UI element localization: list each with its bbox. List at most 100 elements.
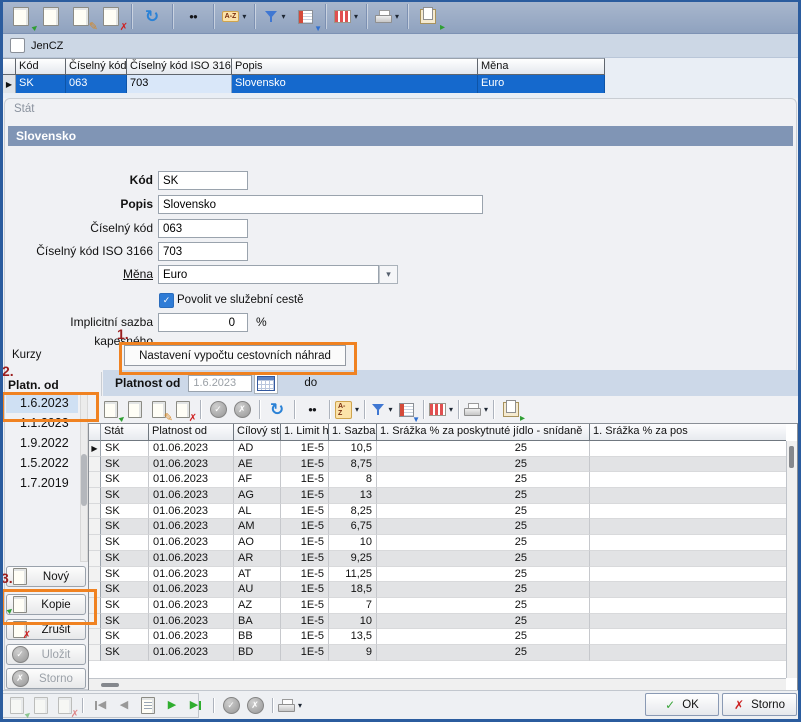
filter-icon[interactable]: ▾	[370, 399, 394, 421]
export-icon[interactable]: ▸	[413, 4, 443, 30]
platnost-item[interactable]: 1.6.2023	[6, 393, 78, 413]
column-header[interactable]: Popis	[232, 58, 478, 75]
mena-combobox[interactable]	[158, 265, 379, 284]
refresh-icon[interactable]: ↻	[265, 399, 289, 421]
search-icon[interactable]: ●●	[178, 4, 208, 30]
accept-icon: ✓	[11, 647, 29, 663]
last-icon[interactable]: ▶	[184, 695, 208, 717]
column-header[interactable]: Číselný kód	[66, 58, 127, 75]
accept-icon[interactable]: ✓	[219, 695, 243, 717]
countries-grid-selected-row[interactable]: ▶SK063703SlovenskoEuro	[3, 75, 606, 93]
rates-grid-row[interactable]: SK01.06.2023AZ1E-5725	[89, 598, 786, 614]
print-icon[interactable]: ▾	[278, 695, 302, 717]
rates-grid-row[interactable]: SK01.06.2023AT1E-511,2525	[89, 567, 786, 583]
columns-icon[interactable]: ▾	[331, 4, 361, 30]
horizontal-scrollbar[interactable]	[89, 678, 786, 690]
export-icon[interactable]: ▸	[499, 399, 523, 421]
column-header[interactable]: Měna	[478, 58, 605, 75]
filter-icon[interactable]: ▾	[260, 4, 290, 30]
prev-icon[interactable]: ◀	[112, 695, 136, 717]
copy-icon[interactable]: ▸	[36, 4, 66, 30]
platnost-od-input[interactable]	[188, 375, 252, 392]
iso-input[interactable]	[158, 242, 248, 261]
column-header[interactable]: 1. Srážka % za pos	[590, 424, 786, 441]
cancel-icon[interactable]: ✗	[230, 399, 254, 421]
first-icon[interactable]: ◀	[88, 695, 112, 717]
rates-grid-row[interactable]: SK01.06.2023AU1E-518,525	[89, 582, 786, 598]
mena-dropdown-button[interactable]: ▾	[379, 265, 398, 284]
platnost-item[interactable]: 1.7.2019	[6, 473, 78, 493]
kod-input[interactable]	[158, 171, 248, 190]
platnost-list-scrollbar[interactable]	[80, 393, 88, 562]
kopie-button[interactable]: ▸Kopie	[6, 594, 86, 615]
platnost-item[interactable]: 1.1.2023	[6, 413, 78, 433]
rates-grid-row[interactable]: SK01.06.2023AM1E-56,7525	[89, 519, 786, 535]
tab-kurzy[interactable]: Kurzy	[12, 349, 41, 361]
vertical-scrollbar[interactable]	[786, 441, 797, 678]
toolbar-separator	[458, 400, 459, 419]
delete-icon[interactable]: ✗	[96, 4, 126, 30]
print-icon[interactable]: ▾	[372, 4, 402, 30]
rates-grid-row[interactable]: ▶SK01.06.2023AD1E-510,525	[89, 441, 786, 457]
search-icon[interactable]: ●●	[300, 399, 324, 421]
column-header[interactable]: 1. Sazba	[329, 424, 377, 441]
columns-icon[interactable]: ▾	[429, 399, 453, 421]
delete-icon[interactable]: ✗	[53, 695, 77, 717]
rates-grid-row[interactable]: SK01.06.2023BA1E-51025	[89, 614, 786, 630]
column-header[interactable]: Číselný kód ISO 3166	[127, 58, 232, 75]
sort-az-icon[interactable]: A-Z▾	[219, 4, 249, 30]
ciselny-kod-input[interactable]	[158, 219, 248, 238]
print-icon[interactable]: ▾	[464, 399, 488, 421]
calendar-button[interactable]	[254, 373, 278, 394]
delete-icon[interactable]: ✗	[171, 399, 195, 421]
column-header[interactable]: 1. Limit hodin	[281, 424, 329, 441]
refresh-icon[interactable]: ↻	[137, 4, 167, 30]
row-marker-icon: ▶	[89, 441, 101, 457]
column-header[interactable]: Platnost od	[149, 424, 234, 441]
grid-cell: SK	[101, 614, 149, 630]
next-icon[interactable]: ▶	[160, 695, 184, 717]
scrollbar-thumb[interactable]	[81, 454, 87, 506]
scrollbar-thumb[interactable]	[789, 446, 794, 468]
povolit-checkbox[interactable]: ✓	[159, 293, 174, 308]
jencz-checkbox[interactable]	[10, 38, 25, 53]
rates-grid-row[interactable]: SK01.06.2023AR1E-59,2525	[89, 551, 786, 567]
grid-cell: SK	[101, 472, 149, 488]
form-icon[interactable]	[136, 695, 160, 717]
filter-grid-icon[interactable]: ▼	[290, 4, 320, 30]
column-header[interactable]: Stát	[101, 424, 149, 441]
tab-nastaveni-nahrad[interactable]: Nastavení vypočtu cestovních náhrad	[124, 345, 346, 366]
filter-grid-icon[interactable]: ▼	[394, 399, 418, 421]
toolbar-separator	[407, 4, 408, 29]
kapesne-input[interactable]	[158, 313, 248, 332]
zru-it-button[interactable]: ✗Zrušit	[6, 619, 86, 640]
rates-grid-row[interactable]: SK01.06.2023AL1E-58,2525	[89, 504, 786, 520]
storno-button[interactable]: ✗Storno	[722, 693, 797, 716]
platnost-item[interactable]: 1.5.2022	[6, 453, 78, 473]
rates-grid-row[interactable]: SK01.06.2023AG1E-51325	[89, 488, 786, 504]
row-marker	[89, 551, 101, 567]
column-header[interactable]: 1. Srážka % za poskytnuté jídlo - snídan…	[377, 424, 590, 441]
nov--button[interactable]: Nový	[6, 566, 86, 587]
column-header[interactable]: Cílový stat	[234, 424, 281, 441]
edit-icon[interactable]: ✎	[147, 399, 171, 421]
rates-grid-row[interactable]: SK01.06.2023BD1E-5925	[89, 645, 786, 661]
ok-button[interactable]: ✓OK	[645, 693, 719, 716]
rates-grid-row[interactable]: SK01.06.2023AE1E-58,7525	[89, 457, 786, 473]
copy-icon[interactable]: ▸	[123, 399, 147, 421]
rates-grid-row[interactable]: SK01.06.2023AO1E-51025	[89, 535, 786, 551]
scrollbar-thumb[interactable]	[101, 683, 119, 687]
column-header[interactable]: Kód	[16, 58, 66, 75]
platnost-item[interactable]: 1.9.2022	[6, 433, 78, 453]
toolbar-separator	[493, 400, 494, 419]
rates-grid-row[interactable]: SK01.06.2023BB1E-513,525	[89, 629, 786, 645]
popis-input[interactable]	[158, 195, 483, 214]
row-marker	[89, 614, 101, 630]
toolbar-separator	[259, 400, 260, 419]
copy-icon[interactable]: ▸	[29, 695, 53, 717]
accept-icon[interactable]: ✓	[206, 399, 230, 421]
rates-grid-row[interactable]: SK01.06.2023AF1E-5825	[89, 472, 786, 488]
edit-icon[interactable]: ✎	[66, 4, 96, 30]
cancel-icon[interactable]: ✗	[243, 695, 267, 717]
sort-az-icon[interactable]: A-Z▾	[335, 399, 359, 421]
